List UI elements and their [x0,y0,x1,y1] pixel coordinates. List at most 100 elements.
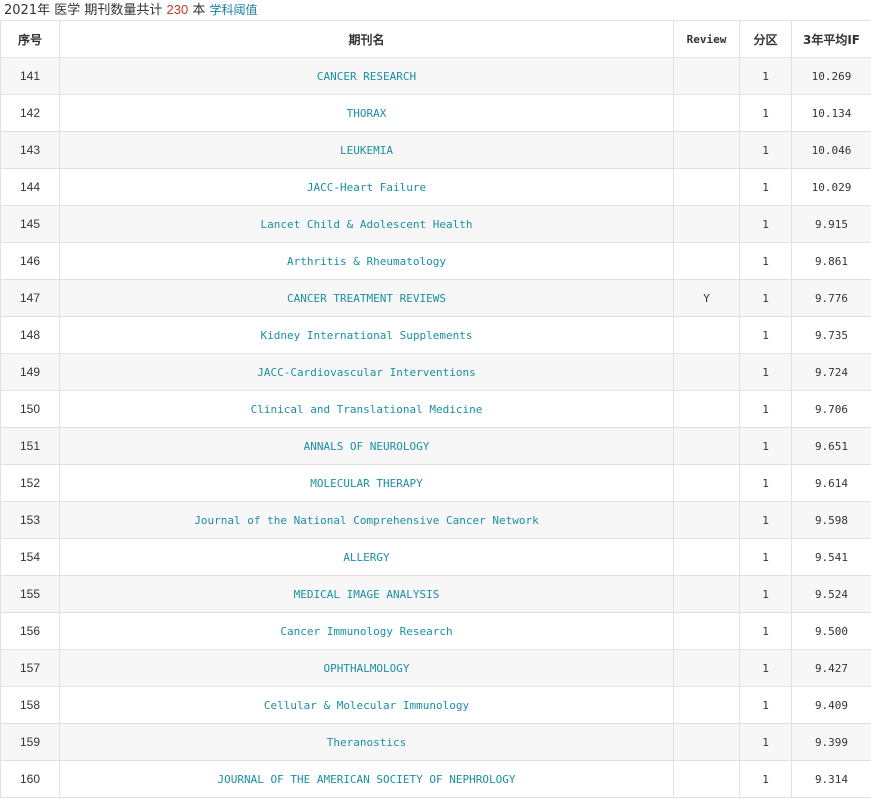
zone-cell: 1 [739,279,792,317]
review-cell [673,353,740,391]
zone-cell: 1 [739,94,792,132]
journal-link[interactable]: JACC-Heart Failure [307,181,426,194]
row-index-cell: 146 [0,242,60,280]
journal-link[interactable]: JACC-Cardiovascular Interventions [257,366,476,379]
journal-link[interactable]: THORAX [347,107,387,120]
journal-name-cell: JACC-Heart Failure [59,168,674,206]
impact-factor-cell: 9.409 [791,686,871,724]
review-cell [673,168,740,206]
journal-name-cell: OPHTHALMOLOGY [59,649,674,687]
row-index-cell: 149 [0,353,60,391]
journal-name-cell: Lancet Child & Adolescent Health [59,205,674,243]
review-cell [673,427,740,465]
impact-factor-cell: 9.724 [791,353,871,391]
impact-factor-cell: 9.706 [791,390,871,428]
journal-name-cell: CANCER TREATMENT REVIEWS [59,279,674,317]
row-index-cell: 148 [0,316,60,354]
journal-link[interactable]: Arthritis & Rheumatology [287,255,446,268]
row-index-cell: 156 [0,612,60,650]
review-cell [673,723,740,761]
row-index-cell: 142 [0,94,60,132]
review-cell [673,131,740,169]
row-index-cell: 154 [0,538,60,576]
count-prefix: 期刊数量共计 [84,3,163,18]
review-cell [673,205,740,243]
summary-bar: 2021年 医学 期刊数量共计 230 本 学科阈值 [0,0,871,20]
zone-cell: 1 [739,760,792,798]
review-cell [673,94,740,132]
journal-link[interactable]: Journal of the National Comprehensive Ca… [194,514,538,527]
table-row: 141 CANCER RESEARCH 1 10.269 [0,57,871,95]
journal-link[interactable]: OPHTHALMOLOGY [323,662,409,675]
review-cell [673,538,740,576]
review-cell [673,649,740,687]
journal-link[interactable]: CANCER TREATMENT REVIEWS [287,292,446,305]
impact-factor-cell: 10.269 [791,57,871,95]
row-index-cell: 155 [0,575,60,613]
review-cell [673,390,740,428]
impact-factor-cell: 9.614 [791,464,871,502]
impact-factor-cell: 9.427 [791,649,871,687]
review-cell [673,686,740,724]
journal-link[interactable]: ALLERGY [343,551,389,564]
table-row: 146 Arthritis & Rheumatology 1 9.861 [0,242,871,280]
journal-link[interactable]: Theranostics [327,736,406,749]
zone-cell: 1 [739,168,792,206]
journal-link[interactable]: Cancer Immunology Research [280,625,452,638]
review-cell [673,501,740,539]
row-index-cell: 152 [0,464,60,502]
journal-name-cell: Kidney International Supplements [59,316,674,354]
col-header-zone: 分区 [739,20,792,58]
review-cell [673,464,740,502]
row-index-cell: 160 [0,760,60,798]
journal-link[interactable]: LEUKEMIA [340,144,393,157]
review-cell [673,760,740,798]
subject-label: 医学 [54,3,81,18]
review-cell [673,316,740,354]
col-header-if3: 3年平均IF [791,20,871,58]
journal-name-cell: JOURNAL OF THE AMERICAN SOCIETY OF NEPHR… [59,760,674,798]
journal-name-cell: Journal of the National Comprehensive Ca… [59,501,674,539]
table-row: 144 JACC-Heart Failure 1 10.029 [0,168,871,206]
journal-link[interactable]: Clinical and Translational Medicine [251,403,483,416]
journal-name-cell: Cellular & Molecular Immunology [59,686,674,724]
journal-link[interactable]: ANNALS OF NEUROLOGY [304,440,430,453]
threshold-link[interactable]: 学科阈值 [210,3,258,17]
zone-cell: 1 [739,723,792,761]
zone-cell: 1 [739,316,792,354]
journal-name-cell: MOLECULAR THERAPY [59,464,674,502]
impact-factor-cell: 9.861 [791,242,871,280]
journal-link[interactable]: MEDICAL IMAGE ANALYSIS [294,588,440,601]
journal-count: 230 [166,2,189,17]
journal-link[interactable]: Kidney International Supplements [261,329,473,342]
impact-factor-cell: 10.029 [791,168,871,206]
table-row: 147 CANCER TREATMENT REVIEWS Y 1 9.776 [0,279,871,317]
table-header-row: 序号 期刊名 Review 分区 3年平均IF [0,20,871,58]
journal-link[interactable]: CANCER RESEARCH [317,70,416,83]
zone-cell: 1 [739,57,792,95]
zone-cell: 1 [739,686,792,724]
table-row: 151 ANNALS OF NEUROLOGY 1 9.651 [0,427,871,465]
impact-factor-cell: 9.776 [791,279,871,317]
review-cell: Y [673,279,740,317]
table-row: 149 JACC-Cardiovascular Interventions 1 9.7… [0,353,871,391]
journal-link[interactable]: Lancet Child & Adolescent Health [261,218,473,231]
table-row: 152 MOLECULAR THERAPY 1 9.614 [0,464,871,502]
journal-link[interactable]: JOURNAL OF THE AMERICAN SOCIETY OF NEPHR… [217,773,515,786]
row-index-cell: 141 [0,57,60,95]
row-index-cell: 157 [0,649,60,687]
zone-cell: 1 [739,205,792,243]
journal-name-cell: Clinical and Translational Medicine [59,390,674,428]
zone-cell: 1 [739,131,792,169]
zone-cell: 1 [739,427,792,465]
col-header-review: Review [673,20,740,58]
zone-cell: 1 [739,612,792,650]
journal-link[interactable]: Cellular & Molecular Immunology [264,699,469,712]
journal-name-cell: ALLERGY [59,538,674,576]
col-header-journal: 期刊名 [59,20,674,58]
table-row: 155 MEDICAL IMAGE ANALYSIS 1 9.524 [0,575,871,613]
journal-name-cell: Cancer Immunology Research [59,612,674,650]
journal-link[interactable]: MOLECULAR THERAPY [310,477,423,490]
impact-factor-cell: 9.399 [791,723,871,761]
impact-factor-cell: 9.915 [791,205,871,243]
